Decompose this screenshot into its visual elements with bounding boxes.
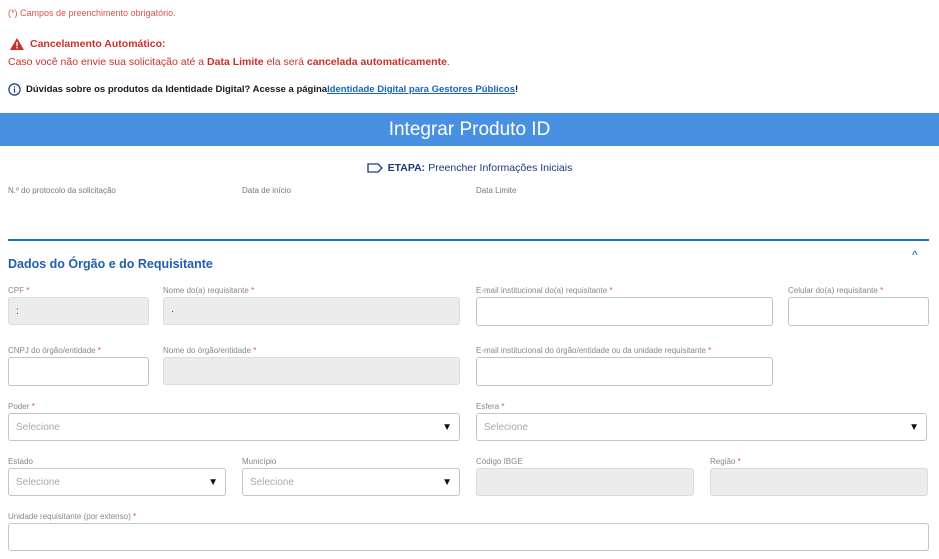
section-title: Dados do Órgão e do Requisitante [8,257,213,271]
poder-label: Poder * [8,402,35,411]
info-line: Dúvidas sobre os produtos da Identidade … [8,83,518,96]
chevron-up-icon[interactable]: ^ [912,248,918,262]
info-text: Dúvidas sobre os produtos da Identidade … [26,84,328,95]
data-inicio-label: Data de início [242,186,291,195]
codigo-ibge-label: Código IBGE [476,457,523,466]
page-title-banner: Integrar Produto ID [0,113,939,146]
required-fields-note: (*) Campos de preenchimento obrigatório. [8,8,176,18]
info-icon [8,83,21,96]
regiao-label: Região * [710,457,741,466]
unidade-requisitante-input[interactable] [8,523,929,551]
protocolo-label: N.º do protocolo da solicitação [8,186,116,195]
estado-select[interactable]: Selecione ▼ [8,468,226,496]
estado-label: Estado [8,457,33,466]
cnpj-input[interactable] [8,357,149,386]
email-orgao-input[interactable] [476,357,773,386]
dropdown-arrow-icon: ▼ [909,421,919,433]
nome-requisitante-label: Nome do(a) requisitante * [163,286,255,295]
regiao-field [710,468,928,496]
poder-select[interactable]: Selecione ▼ [8,413,460,441]
dropdown-arrow-icon: ▼ [442,421,452,433]
etapa-label: ETAPA: [387,162,426,174]
email-requisitante-input[interactable] [476,297,773,326]
municipio-label: Município [242,457,277,466]
warning-icon [10,38,24,50]
email-orgao-label: E-mail institucional do órgão/entidade o… [476,346,712,355]
data-limite-label: Data Limite [476,186,517,195]
auto-cancel-warning-title: Cancelamento Automático: [10,38,166,50]
celular-label: Celular do(a) requisitante * [788,286,884,295]
esfera-select[interactable]: Selecione ▼ [476,413,927,441]
dropdown-arrow-icon: ▼ [442,476,452,488]
identidade-digital-link[interactable]: Identidade Digital para Gestores Público… [327,84,515,95]
nome-orgao-field [163,357,460,385]
auto-cancel-warning-text: Caso você não envie sua solicitação até … [8,56,450,68]
celular-input[interactable] [788,297,929,326]
cpf-label: CPF * [8,286,30,295]
email-requisitante-label: E-mail institucional do(a) requisitante … [476,286,613,295]
section-divider [8,239,929,241]
cpf-field: : [8,297,149,325]
codigo-ibge-field [476,468,694,496]
esfera-label: Esfera * [476,402,505,411]
etapa-value: Preencher Informações Iniciais [428,162,573,174]
warning-title-text: Cancelamento Automático: [30,38,166,50]
tag-icon [367,163,383,173]
etapa-indicator: ETAPA: Preencher Informações Iniciais [0,162,939,174]
cnpj-label: CNPJ do órgão/entidade * [8,346,101,355]
nome-orgao-label: Nome do órgão/entidade * [163,346,257,355]
unidade-requisitante-label: Unidade requisitante (por extenso) * [8,512,137,521]
dropdown-arrow-icon: ▼ [208,476,218,488]
nome-requisitante-field: · [163,297,460,325]
municipio-select[interactable]: Selecione ▼ [242,468,460,496]
